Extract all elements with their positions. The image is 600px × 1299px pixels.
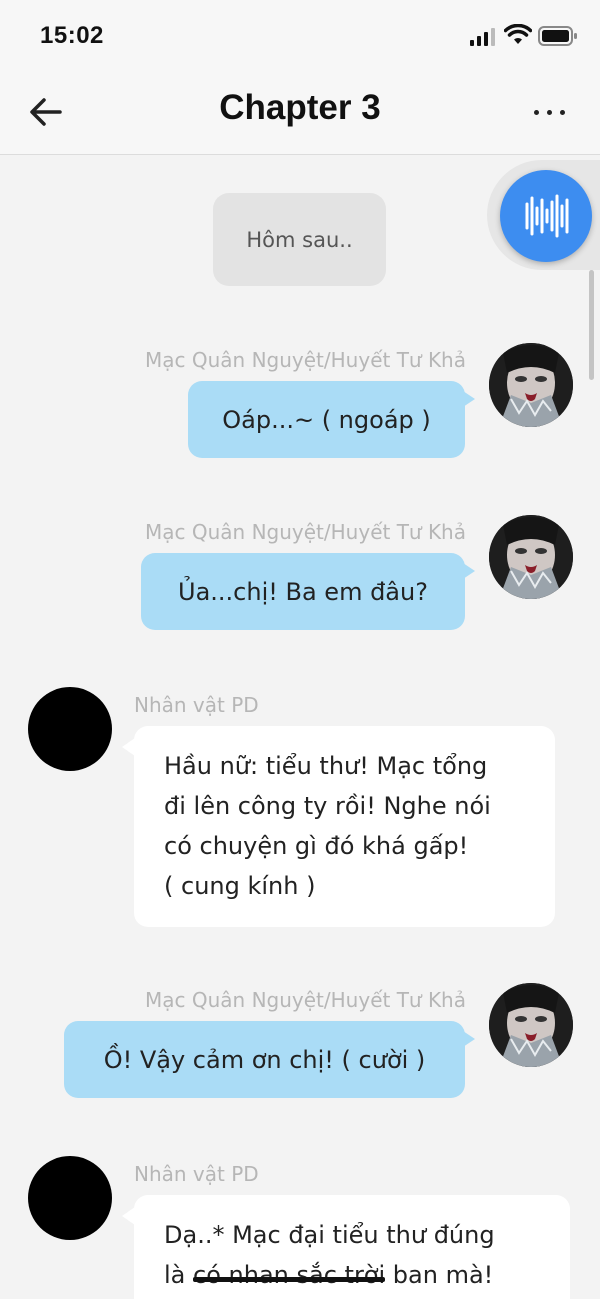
- avatar[interactable]: [489, 983, 573, 1067]
- message-bubble[interactable]: Hầu nữ: tiểu thư! Mạc tổng đi lên công t…: [122, 726, 555, 927]
- message-text: ban mà!: [385, 1261, 494, 1289]
- speaker-name: Nhân vật PD: [134, 1162, 259, 1186]
- speaker-name: Mạc Quân Nguyệt/Huyết Tư Khả: [145, 348, 466, 372]
- message-bubble[interactable]: Ủa...chị! Ba em đâu?: [141, 553, 475, 630]
- scrollbar-thumb[interactable]: [589, 270, 594, 380]
- message-line: đi lên công ty rồi! Nghe nói: [164, 792, 491, 820]
- message-bubble[interactable]: Ồ! Vậy cảm ơn chị! ( cười ): [64, 1021, 475, 1098]
- message-bubble[interactable]: Dạ..* Mạc đại tiểu thư đúng là có nhan s…: [122, 1195, 570, 1299]
- avatar[interactable]: [489, 515, 573, 599]
- message-text: là: [164, 1261, 194, 1289]
- avatar[interactable]: [28, 687, 112, 771]
- voice-button-dock: [487, 160, 600, 270]
- message-line: Hầu nữ: tiểu thư! Mạc tổng: [164, 752, 488, 780]
- message-line: có chuyện gì đó khá gấp!: [164, 832, 469, 860]
- strikethrough-text: có nhan sắc trời: [193, 1261, 386, 1289]
- message-line: là có nhan sắc trời ban mà!: [164, 1255, 540, 1295]
- speaker-name: Mạc Quân Nguyệt/Huyết Tư Khả: [145, 988, 466, 1012]
- message-line: ( cung kính ): [164, 872, 316, 900]
- avatar[interactable]: [489, 343, 573, 427]
- message-line: Dạ..* Mạc đại tiểu thư đúng: [164, 1221, 495, 1249]
- speaker-name: Mạc Quân Nguyệt/Huyết Tư Khả: [145, 520, 466, 544]
- voice-waveform-icon: [525, 194, 569, 238]
- speaker-name: Nhân vật PD: [134, 693, 259, 717]
- narration-bubble: Hôm sau..: [213, 193, 386, 286]
- voice-button[interactable]: [500, 170, 592, 262]
- message-bubble[interactable]: Oáp...~ ( ngoáp ): [188, 381, 475, 458]
- avatar[interactable]: [28, 1156, 112, 1240]
